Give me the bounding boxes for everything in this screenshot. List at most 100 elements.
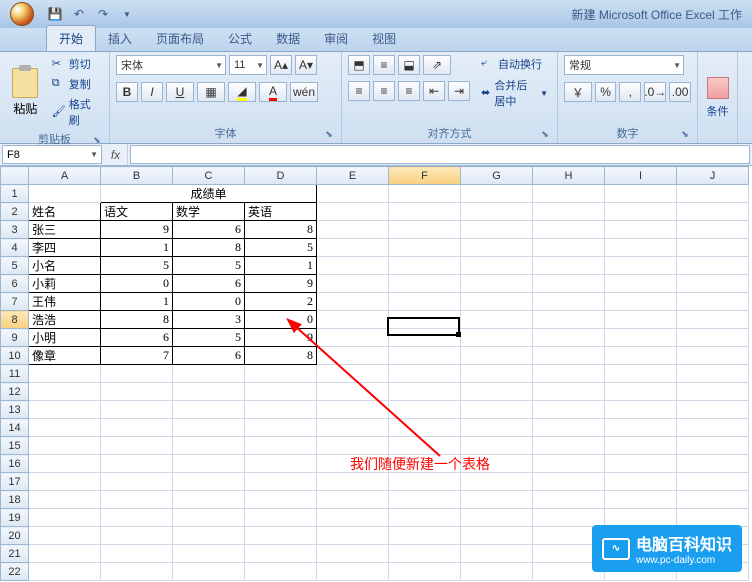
cell[interactable]: 3 — [173, 311, 245, 329]
tab-formulas[interactable]: 公式 — [216, 26, 264, 51]
cell[interactable] — [677, 347, 749, 365]
spreadsheet-grid[interactable]: A B C D E F G H I J 1 成绩单 2 姓名 语文 数学 英语 … — [0, 166, 752, 582]
cell[interactable] — [173, 419, 245, 437]
alignment-launcher-icon[interactable]: ⬊ — [539, 129, 551, 141]
cell[interactable]: 语文 — [101, 203, 173, 221]
cell[interactable]: 9 — [245, 329, 317, 347]
cell[interactable] — [389, 365, 461, 383]
cell[interactable] — [677, 221, 749, 239]
cell[interactable] — [101, 437, 173, 455]
cell[interactable] — [605, 383, 677, 401]
cell[interactable] — [101, 545, 173, 563]
row-header[interactable]: 15 — [1, 437, 29, 455]
cell[interactable] — [461, 545, 533, 563]
cell[interactable]: 0 — [173, 293, 245, 311]
cell[interactable]: 1 — [101, 293, 173, 311]
cell[interactable] — [317, 437, 389, 455]
wrap-text-button[interactable]: ⤶自动换行 — [478, 55, 551, 73]
cell[interactable] — [605, 203, 677, 221]
cell[interactable] — [677, 329, 749, 347]
cell[interactable] — [533, 347, 605, 365]
cell[interactable] — [461, 221, 533, 239]
tab-page-layout[interactable]: 页面布局 — [144, 26, 216, 51]
fx-button[interactable]: fx — [104, 144, 128, 165]
cell[interactable] — [245, 563, 317, 581]
cell[interactable] — [533, 203, 605, 221]
cell[interactable] — [101, 419, 173, 437]
cell[interactable] — [605, 347, 677, 365]
cell[interactable] — [677, 257, 749, 275]
increase-indent-button[interactable]: ⇥ — [448, 81, 470, 101]
orientation-button[interactable]: ⇗ — [423, 55, 451, 75]
cell[interactable] — [461, 491, 533, 509]
cell[interactable]: 小莉 — [29, 275, 101, 293]
cell[interactable] — [389, 293, 461, 311]
cell[interactable] — [173, 545, 245, 563]
underline-button[interactable]: U — [166, 82, 194, 102]
cell[interactable] — [101, 509, 173, 527]
cell[interactable]: 6 — [101, 329, 173, 347]
qat-dropdown-icon[interactable]: ▼ — [116, 3, 138, 25]
cell[interactable] — [533, 257, 605, 275]
cell[interactable] — [173, 401, 245, 419]
cell[interactable] — [461, 419, 533, 437]
cell[interactable] — [461, 185, 533, 203]
cell[interactable] — [461, 509, 533, 527]
cell[interactable]: 数学 — [173, 203, 245, 221]
cell[interactable]: 0 — [245, 311, 317, 329]
cell[interactable]: 5 — [245, 239, 317, 257]
cell[interactable] — [605, 329, 677, 347]
conditional-format-icon[interactable] — [707, 77, 729, 99]
formula-bar[interactable] — [130, 145, 750, 164]
cell[interactable] — [389, 437, 461, 455]
cell[interactable] — [245, 473, 317, 491]
cell[interactable] — [677, 437, 749, 455]
cell[interactable] — [605, 455, 677, 473]
cell[interactable] — [533, 383, 605, 401]
cell[interactable] — [29, 437, 101, 455]
cell[interactable] — [29, 527, 101, 545]
tab-home[interactable]: 开始 — [46, 25, 96, 51]
cell[interactable] — [533, 491, 605, 509]
row-header[interactable]: 5 — [1, 257, 29, 275]
align-middle-button[interactable]: ≡ — [373, 55, 395, 75]
cell[interactable] — [29, 365, 101, 383]
cell[interactable]: 9 — [101, 221, 173, 239]
cell[interactable] — [29, 185, 101, 203]
cell[interactable] — [461, 275, 533, 293]
cell[interactable] — [533, 473, 605, 491]
col-header[interactable]: C — [173, 167, 245, 185]
align-right-button[interactable]: ≡ — [398, 81, 420, 101]
cell[interactable] — [389, 473, 461, 491]
cell[interactable] — [389, 239, 461, 257]
cell[interactable]: 5 — [173, 329, 245, 347]
cell[interactable] — [389, 509, 461, 527]
cell[interactable] — [101, 365, 173, 383]
cell[interactable] — [533, 329, 605, 347]
col-header[interactable]: A — [29, 167, 101, 185]
cell[interactable] — [677, 401, 749, 419]
cell[interactable] — [245, 383, 317, 401]
cell[interactable] — [533, 239, 605, 257]
accounting-format-button[interactable]: ￥ — [564, 82, 592, 102]
row-header[interactable]: 19 — [1, 509, 29, 527]
cell[interactable]: 英语 — [245, 203, 317, 221]
cell[interactable] — [533, 437, 605, 455]
cell[interactable] — [317, 185, 389, 203]
cell[interactable]: 6 — [173, 275, 245, 293]
col-header[interactable]: E — [317, 167, 389, 185]
cell[interactable] — [389, 329, 461, 347]
cell[interactable] — [389, 401, 461, 419]
row-header[interactable]: 18 — [1, 491, 29, 509]
align-top-button[interactable]: ⬒ — [348, 55, 370, 75]
cell[interactable] — [173, 437, 245, 455]
col-header[interactable]: J — [677, 167, 749, 185]
cell[interactable] — [605, 419, 677, 437]
cell[interactable] — [317, 383, 389, 401]
cell[interactable]: 小明 — [29, 329, 101, 347]
cell[interactable] — [605, 257, 677, 275]
cell[interactable] — [389, 545, 461, 563]
number-format-combo[interactable]: 常规▼ — [564, 55, 684, 75]
cell[interactable] — [461, 383, 533, 401]
row-header[interactable]: 21 — [1, 545, 29, 563]
